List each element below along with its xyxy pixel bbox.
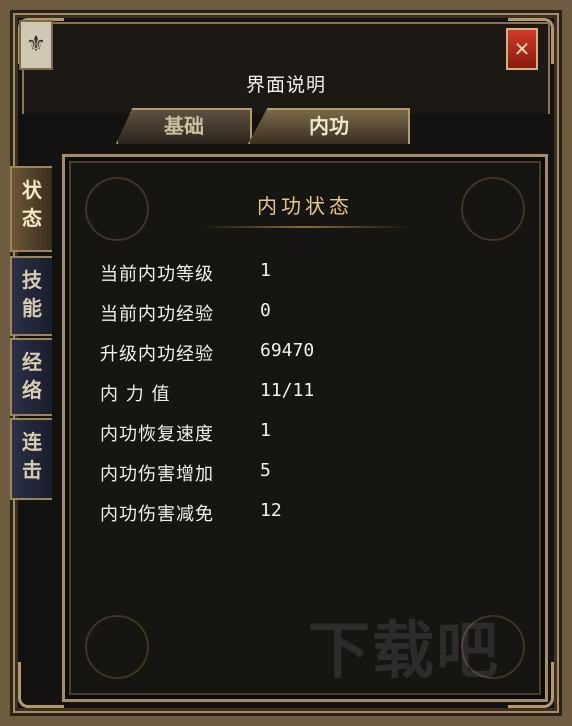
watermark: 下载吧: [308, 614, 501, 687]
section-divider: [200, 226, 410, 228]
section-title: 内功状态: [257, 194, 353, 218]
stat-label: 内 力 值: [100, 384, 171, 405]
stat-label: 内功恢复速度: [100, 424, 214, 445]
close-icon: ✕: [513, 37, 531, 61]
side-tab-label: 连: [22, 430, 42, 454]
window-title: 界面说明: [245, 74, 326, 96]
stat-value: 12: [260, 500, 282, 521]
side-tab-label: 经: [22, 350, 42, 374]
side-tab-status[interactable]: 状 态: [10, 166, 52, 252]
side-tab-skills[interactable]: 技 能: [10, 256, 52, 336]
stat-label: 内功伤害减免: [100, 504, 214, 525]
stat-value: 0: [260, 300, 271, 321]
frame-corner-ornament: [18, 662, 64, 708]
stat-label: 内功伤害增加: [100, 464, 214, 485]
side-tab-combo[interactable]: 连 击: [10, 418, 52, 500]
side-tab-label: 络: [22, 378, 42, 402]
stat-value: 69470: [260, 340, 315, 361]
stat-value: 11/11: [260, 380, 315, 401]
side-tab-meridians[interactable]: 经 络: [10, 338, 52, 416]
tab-basic[interactable]: 基础: [116, 108, 252, 144]
stat-label: 升级内功经验: [100, 344, 214, 365]
side-tab-label: 态: [22, 206, 42, 230]
side-tab-label: 技: [22, 268, 42, 292]
stat-value: 1: [260, 420, 271, 441]
side-tab-label: 状: [22, 178, 42, 202]
stat-value: 1: [260, 260, 271, 281]
stat-label: 当前内功经验: [100, 304, 214, 325]
title-bar: [22, 22, 550, 114]
panel-ornament: [85, 615, 149, 679]
tab-neigong[interactable]: 内功: [248, 108, 410, 144]
close-button[interactable]: ✕: [506, 28, 538, 70]
side-tab-label: 击: [22, 458, 42, 482]
emblem-icon: ⚜: [19, 20, 53, 70]
stat-label: 当前内功等级: [100, 264, 214, 285]
stat-value: 5: [260, 460, 271, 481]
side-tab-label: 能: [22, 296, 42, 320]
